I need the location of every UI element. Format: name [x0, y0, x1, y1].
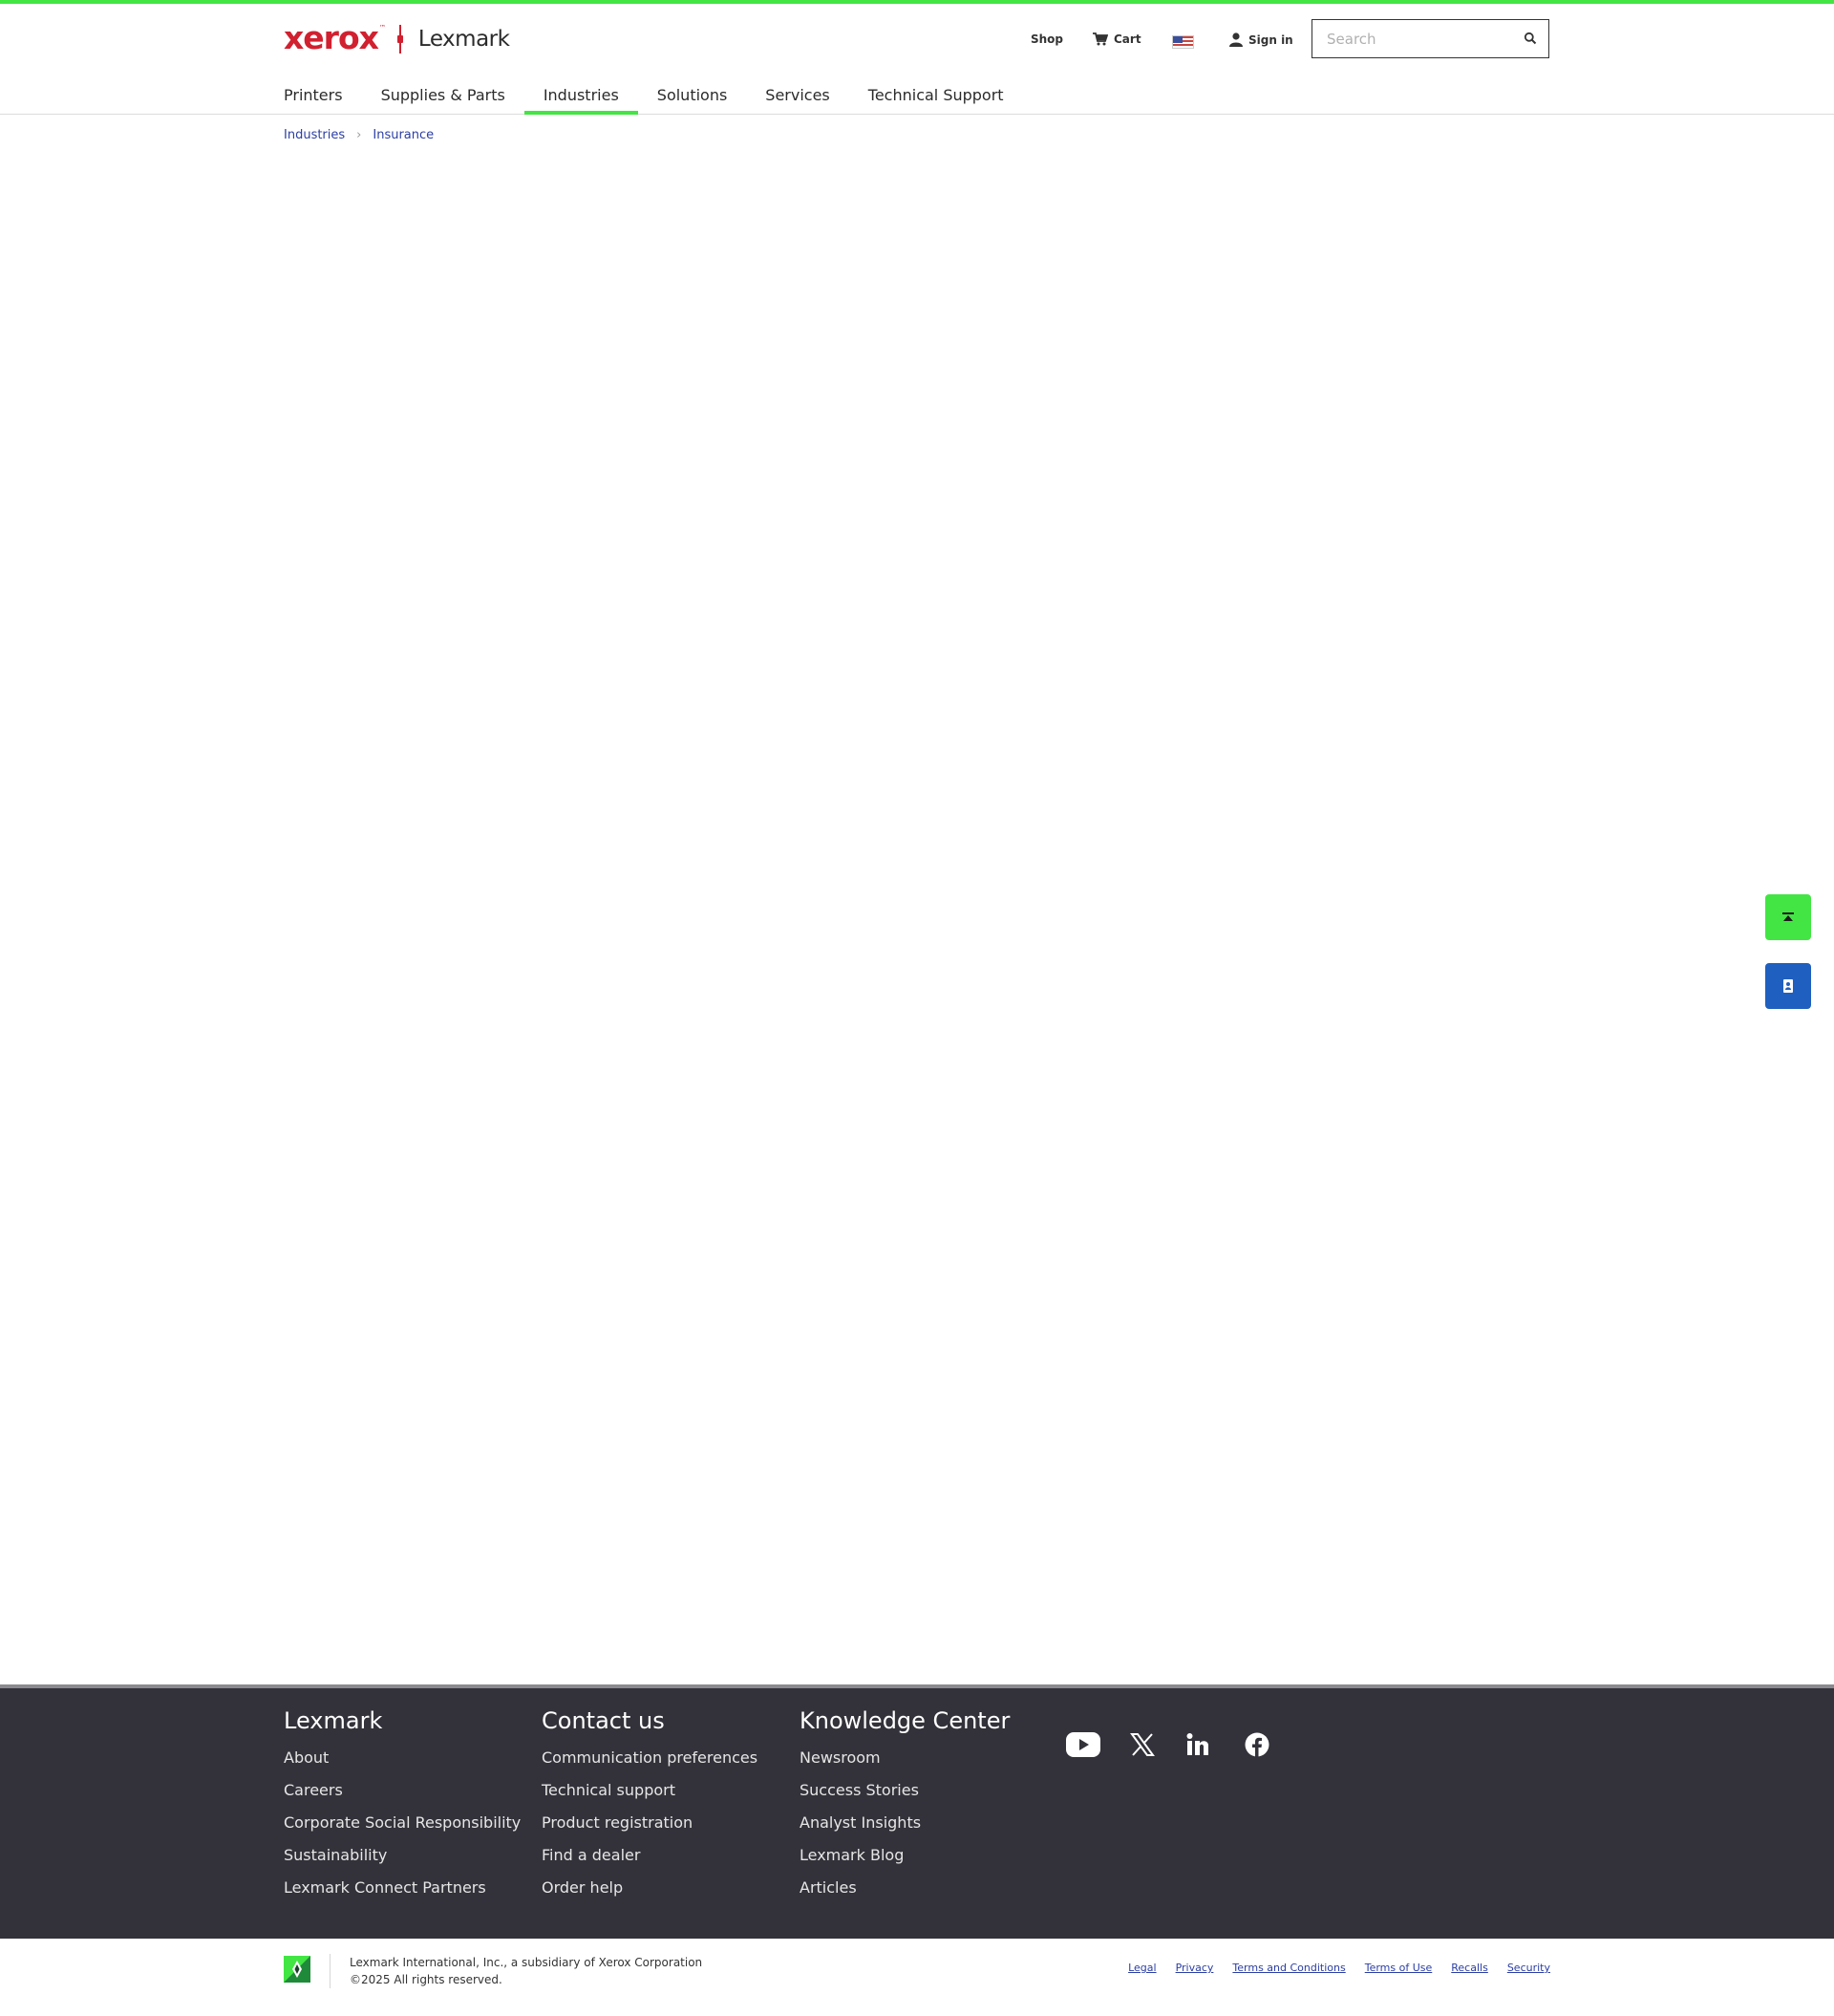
terms-conditions-link[interactable]: Terms and Conditions [1232, 1962, 1345, 1974]
xerox-trademark: ™ [378, 24, 386, 32]
shop-label: Shop [1031, 32, 1064, 46]
main-nav: Printers Supplies & Parts Industries Sol… [284, 84, 1023, 115]
xerox-logo-text: xerox [284, 18, 379, 56]
footer-link-sustainability[interactable]: Sustainability [284, 1839, 521, 1872]
sign-in-label: Sign in [1248, 32, 1293, 47]
footer-link-connect-partners[interactable]: Lexmark Connect Partners [284, 1872, 521, 1904]
footer-link-about[interactable]: About [284, 1742, 521, 1774]
terms-of-use-link[interactable]: Terms of Use [1365, 1962, 1433, 1974]
youtube-link[interactable] [1066, 1732, 1100, 1757]
nav-services[interactable]: Services [746, 84, 848, 115]
contact-us-button[interactable] [1765, 963, 1811, 1009]
footer-link-careers[interactable]: Careers [284, 1774, 521, 1807]
footer-link-analyst-insights[interactable]: Analyst Insights [800, 1807, 1010, 1839]
linkedin-link[interactable] [1186, 1732, 1211, 1757]
privacy-link[interactable]: Privacy [1176, 1962, 1214, 1974]
lexmark-logo-text: Lexmark [417, 27, 510, 52]
footer-heading: Lexmark [284, 1707, 383, 1734]
shop-link[interactable]: Shop [1031, 32, 1063, 46]
nav-supplies-parts[interactable]: Supplies & Parts [362, 84, 524, 115]
cart-icon [1093, 32, 1108, 46]
copyright-text: ©2025 All rights reserved. [350, 1973, 502, 1986]
bottom-divider [330, 1954, 331, 1988]
cart-link[interactable]: Cart [1093, 32, 1141, 46]
footer-link-success-stories[interactable]: Success Stories [800, 1774, 1010, 1807]
search-input[interactable] [1312, 20, 1518, 57]
nav-printers[interactable]: Printers [284, 84, 362, 115]
x-link[interactable] [1130, 1732, 1155, 1757]
search-form [1312, 19, 1549, 58]
footer-column-lexmark: Lexmark About Careers Corporate Social R… [284, 1706, 521, 1904]
legal-link[interactable]: Legal [1128, 1962, 1156, 1974]
site-header: xerox ™ Lexmark Shop Cart Sign in Pr [0, 4, 1834, 115]
breadcrumb-separator-icon: › [356, 128, 362, 142]
facebook-link[interactable] [1245, 1732, 1269, 1757]
footer-link-find-dealer[interactable]: Find a dealer [542, 1839, 757, 1872]
footer-link-articles[interactable]: Articles [800, 1872, 1010, 1904]
company-line: Lexmark International, Inc., a subsidiar… [350, 1956, 703, 1969]
footer-link-csr[interactable]: Corporate Social Responsibility [284, 1807, 521, 1839]
footer-link-newsroom[interactable]: Newsroom [800, 1742, 1010, 1774]
lexmark-diamond-logo[interactable] [284, 1956, 310, 1983]
cart-label: Cart [1114, 32, 1141, 46]
xerox-lexmark-logo[interactable]: xerox ™ Lexmark [284, 17, 510, 61]
breadcrumb-insurance[interactable]: Insurance [373, 128, 434, 142]
footer-heading: Knowledge Center [800, 1707, 1011, 1734]
site-footer: Lexmark About Careers Corporate Social R… [0, 1684, 1834, 1939]
footer-column-knowledge: Knowledge Center Newsroom Success Storie… [800, 1706, 1010, 1904]
footer-link-lexmark-blog[interactable]: Lexmark Blog [800, 1839, 1010, 1872]
facebook-icon [1245, 1732, 1269, 1757]
footer-link-order-help[interactable]: Order help [542, 1872, 757, 1904]
x-icon [1130, 1733, 1155, 1756]
footer-link-technical-support[interactable]: Technical support [542, 1774, 757, 1807]
sign-in-link[interactable]: Sign in [1229, 32, 1293, 47]
search-icon[interactable] [1524, 32, 1537, 45]
breadcrumb-industries[interactable]: Industries [284, 128, 345, 142]
legal-bar: Lexmark International, Inc., a subsidiar… [0, 1939, 1834, 2016]
us-flag-icon [1172, 35, 1194, 49]
legal-links: Legal Privacy Terms and Conditions Terms… [1128, 1962, 1550, 1974]
youtube-icon [1066, 1732, 1100, 1757]
country-selector[interactable] [1172, 35, 1194, 49]
breadcrumb: Industries › Insurance [284, 128, 434, 142]
nav-industries[interactable]: Industries [523, 84, 638, 115]
nav-technical-support[interactable]: Technical Support [849, 84, 1023, 115]
back-to-top-icon [1782, 912, 1794, 921]
footer-link-product-registration[interactable]: Product registration [542, 1807, 757, 1839]
linkedin-icon [1186, 1733, 1208, 1755]
user-icon [1229, 32, 1243, 47]
contact-card-icon [1783, 979, 1793, 993]
recalls-link[interactable]: Recalls [1451, 1962, 1488, 1974]
nav-solutions[interactable]: Solutions [638, 84, 747, 115]
copyright-block: Lexmark International, Inc., a subsidiar… [350, 1954, 702, 1988]
logo-divider [396, 25, 403, 54]
footer-heading: Contact us [542, 1707, 665, 1734]
footer-column-contact: Contact us Communication preferences Tec… [542, 1706, 757, 1904]
security-link[interactable]: Security [1507, 1962, 1550, 1974]
footer-link-communication-preferences[interactable]: Communication preferences [542, 1742, 757, 1774]
back-to-top-button[interactable] [1765, 894, 1811, 940]
